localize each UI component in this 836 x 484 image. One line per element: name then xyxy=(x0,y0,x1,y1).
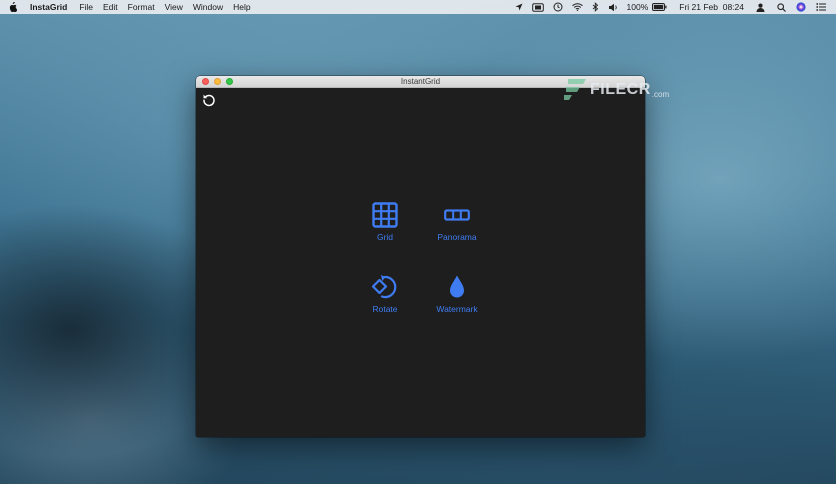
minimize-button[interactable] xyxy=(214,78,221,85)
menu-view[interactable]: View xyxy=(165,2,183,12)
rotate-icon xyxy=(371,274,399,300)
menu-bar: InstaGrid File Edit Format View Window H… xyxy=(0,0,836,14)
menu-window[interactable]: Window xyxy=(193,2,223,12)
close-button[interactable] xyxy=(202,78,209,85)
screen-capture-icon[interactable] xyxy=(531,2,544,12)
menu-format[interactable]: Format xyxy=(128,2,155,12)
panorama-label: Panorama xyxy=(437,232,477,242)
filecr-logo-suffix: .com xyxy=(651,89,670,99)
location-icon[interactable] xyxy=(515,3,523,11)
bluetooth-icon[interactable] xyxy=(592,2,599,12)
menu-app-name[interactable]: InstaGrid xyxy=(30,2,67,12)
reset-icon[interactable] xyxy=(202,93,216,107)
notification-center-icon[interactable] xyxy=(816,3,826,11)
grid-icon xyxy=(372,202,398,228)
app-window: InstantGrid Grid Panorama Rotate Waterma… xyxy=(196,76,645,437)
wifi-icon[interactable] xyxy=(571,3,583,11)
filecr-logo: FILECR .com xyxy=(562,78,669,102)
panorama-button[interactable]: Panorama xyxy=(422,202,492,242)
window-controls xyxy=(202,78,238,85)
grid-button[interactable]: Grid xyxy=(350,202,420,242)
siri-icon[interactable] xyxy=(796,2,806,12)
filecr-logo-text: FILECR xyxy=(590,81,651,98)
time-machine-icon[interactable] xyxy=(553,2,563,12)
apple-menu-icon[interactable] xyxy=(8,2,20,12)
clock[interactable]: Fri 21 Feb 08:24 xyxy=(679,2,744,12)
spotlight-search-icon[interactable] xyxy=(777,2,786,12)
watermark-label: Watermark xyxy=(436,304,478,314)
battery-icon[interactable] xyxy=(652,3,667,11)
filecr-mark-icon xyxy=(564,79,586,100)
volume-icon[interactable] xyxy=(608,3,618,12)
zoom-button[interactable] xyxy=(226,78,233,85)
rotate-button[interactable]: Rotate xyxy=(350,274,420,314)
battery-percentage[interactable]: 100% xyxy=(627,2,649,12)
user-icon[interactable] xyxy=(756,3,765,12)
water-drop-icon xyxy=(448,274,466,300)
menu-file[interactable]: File xyxy=(79,2,93,12)
tool-chooser: Grid Panorama Rotate Watermark xyxy=(196,88,645,437)
window-title: InstantGrid xyxy=(400,77,441,86)
menu-help[interactable]: Help xyxy=(233,2,250,12)
watermark-button[interactable]: Watermark xyxy=(422,274,492,314)
menu-edit[interactable]: Edit xyxy=(103,2,118,12)
grid-label: Grid xyxy=(376,232,394,242)
rotate-label: Rotate xyxy=(372,304,398,314)
panorama-icon xyxy=(444,202,470,228)
